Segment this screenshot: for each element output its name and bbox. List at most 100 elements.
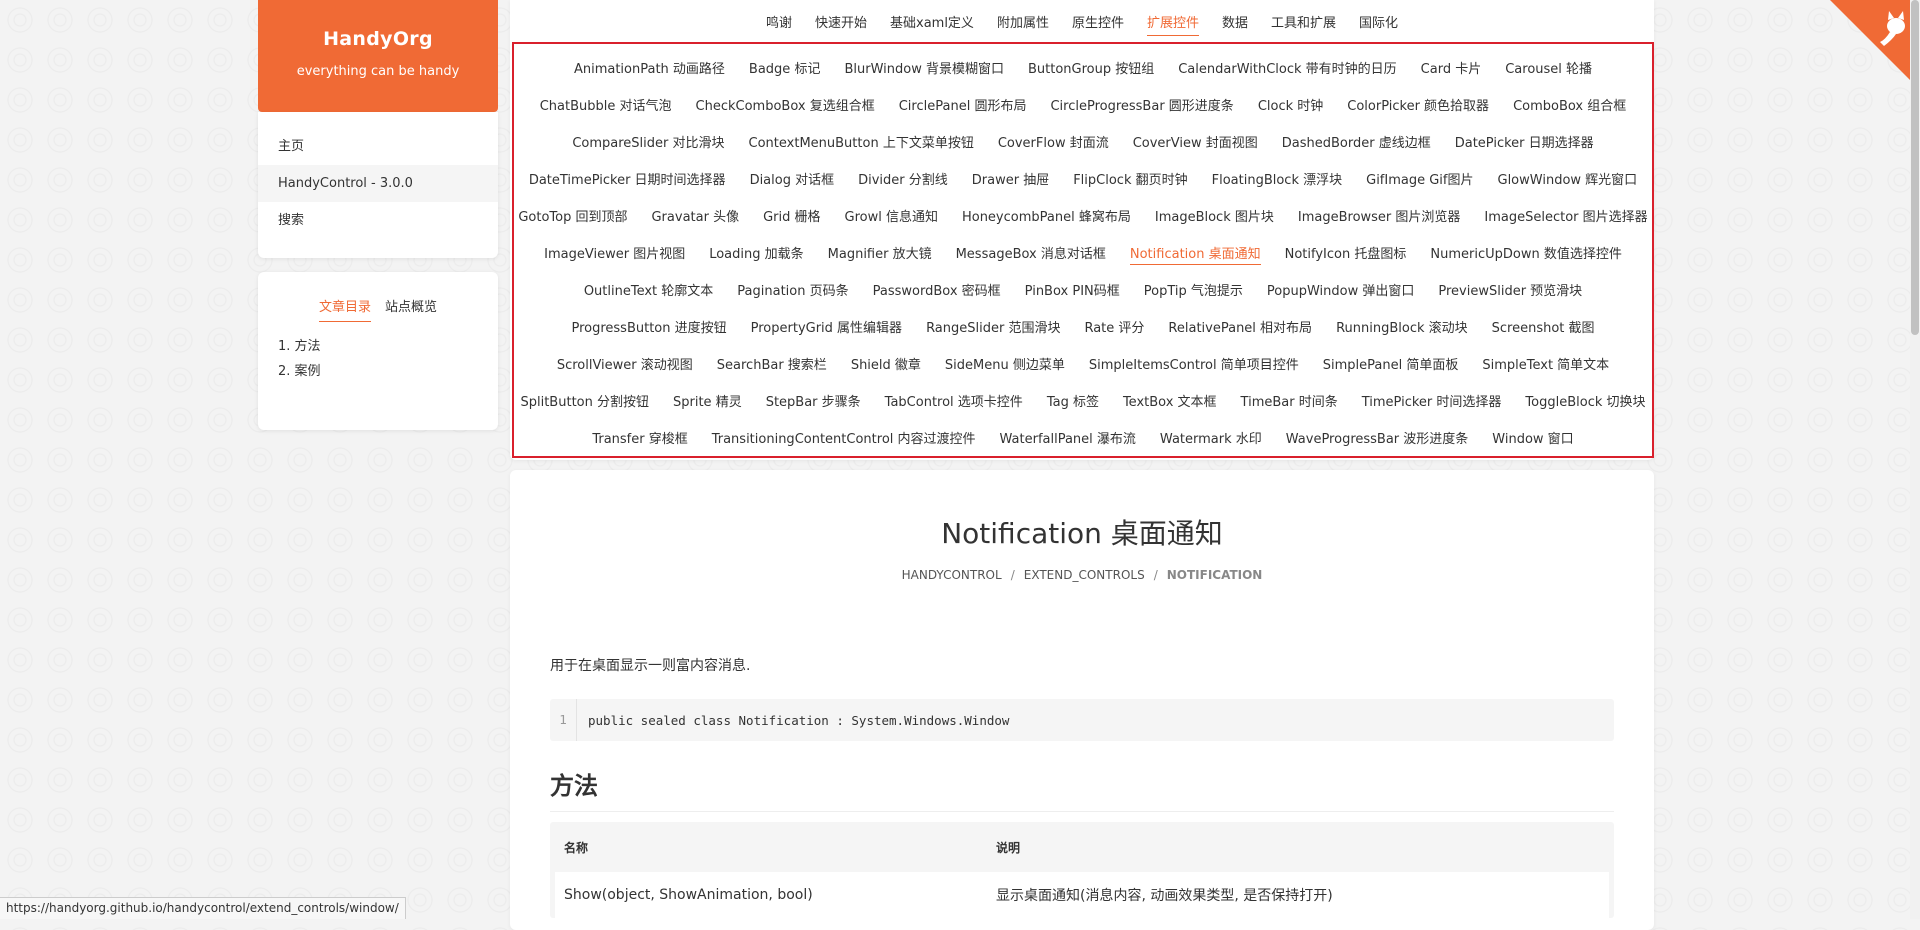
control-link-previewslider[interactable]: PreviewSlider 预览滑块: [1438, 280, 1582, 301]
breadcrumb-item[interactable]: HANDYCONTROL: [902, 568, 1002, 582]
control-link-card[interactable]: Card 卡片: [1421, 58, 1482, 79]
control-link-datepicker[interactable]: DatePicker 日期选择器: [1455, 132, 1594, 153]
breadcrumb-item[interactable]: EXTEND_CONTROLS: [1024, 568, 1145, 582]
control-link-simpletext[interactable]: SimpleText 简单文本: [1482, 354, 1609, 375]
control-link-screenshot[interactable]: Screenshot 截图: [1492, 317, 1595, 338]
top-nav-item[interactable]: 国际化: [1359, 12, 1398, 36]
control-link-compareslider[interactable]: CompareSlider 对比滑块: [572, 132, 724, 153]
control-link-simplepanel[interactable]: SimplePanel 简单面板: [1323, 354, 1459, 375]
control-link-searchbar[interactable]: SearchBar 搜索栏: [717, 354, 827, 375]
tab-site-overview[interactable]: 站点概览: [385, 296, 437, 322]
control-link-chatbubble[interactable]: ChatBubble 对话气泡: [540, 95, 672, 116]
control-link-growl[interactable]: Growl 信息通知: [845, 206, 938, 227]
top-nav-item[interactable]: 快速开始: [815, 12, 867, 36]
control-link-checkcombobox[interactable]: CheckComboBox 复选组合框: [696, 95, 875, 116]
control-link-waterfallpanel[interactable]: WaterfallPanel 瀑布流: [1000, 428, 1136, 449]
control-link-animationpath[interactable]: AnimationPath 动画路径: [574, 58, 725, 79]
control-link-window[interactable]: Window 窗口: [1492, 428, 1573, 449]
control-link-magnifier[interactable]: Magnifier 放大镜: [828, 243, 932, 264]
control-link-contextmenubutton[interactable]: ContextMenuButton 上下文菜单按钮: [749, 132, 974, 153]
control-link-rangeslider[interactable]: RangeSlider 范围滑块: [926, 317, 1060, 338]
toc-item-examples[interactable]: 2. 案例: [278, 359, 498, 384]
control-link-combobox[interactable]: ComboBox 组合框: [1513, 95, 1626, 116]
control-link-messagebox[interactable]: MessageBox 消息对话框: [956, 243, 1106, 264]
control-link-divider[interactable]: Divider 分割线: [858, 169, 948, 190]
control-link-textbox[interactable]: TextBox 文本框: [1123, 391, 1217, 412]
control-link-transfer[interactable]: Transfer 穿梭框: [592, 428, 687, 449]
control-link-toggleblock[interactable]: ToggleBlock 切换块: [1525, 391, 1645, 412]
control-link-buttongroup[interactable]: ButtonGroup 按钮组: [1028, 58, 1154, 79]
control-link-tabcontrol[interactable]: TabControl 选项卡控件: [885, 391, 1023, 412]
control-link-drawer[interactable]: Drawer 抽屉: [972, 169, 1049, 190]
control-link-waveprogressbar[interactable]: WaveProgressBar 波形进度条: [1286, 428, 1469, 449]
control-link-shield[interactable]: Shield 徽章: [851, 354, 921, 375]
control-link-circleprogressbar[interactable]: CircleProgressBar 圆形进度条: [1050, 95, 1233, 116]
control-link-carousel[interactable]: Carousel 轮播: [1505, 58, 1592, 79]
control-link-poptip[interactable]: PopTip 气泡提示: [1144, 280, 1243, 301]
control-link-badge[interactable]: Badge 标记: [749, 58, 821, 79]
control-link-coverflow[interactable]: CoverFlow 封面流: [998, 132, 1109, 153]
control-link-simpleitemscontrol[interactable]: SimpleItemsControl 简单项目控件: [1089, 354, 1299, 375]
control-link-loading[interactable]: Loading 加载条: [709, 243, 803, 264]
control-link-gototop[interactable]: GotoTop 回到顶部: [518, 206, 627, 227]
tab-article-toc[interactable]: 文章目录: [318, 296, 371, 322]
control-link-passwordbox[interactable]: PasswordBox 密码框: [873, 280, 1001, 301]
control-link-coverview[interactable]: CoverView 封面视图: [1133, 132, 1258, 153]
control-link-rate[interactable]: Rate 评分: [1084, 317, 1144, 338]
top-nav-item[interactable]: 鸣谢: [766, 12, 792, 36]
control-link-blurwindow[interactable]: BlurWindow 背景模糊窗口: [844, 58, 1004, 79]
github-corner-icon[interactable]: [1830, 0, 1920, 90]
control-link-numericupdown[interactable]: NumericUpDown 数值选择控件: [1430, 243, 1621, 264]
top-nav-item[interactable]: 附加属性: [997, 12, 1049, 36]
control-link-propertygrid[interactable]: PropertyGrid 属性编辑器: [751, 317, 902, 338]
control-link-floatingblock[interactable]: FloatingBlock 漂浮块: [1212, 169, 1343, 190]
control-link-splitbutton[interactable]: SplitButton 分割按钮: [520, 391, 649, 412]
control-link-pagination[interactable]: Pagination 页码条: [737, 280, 848, 301]
control-link-imageblock[interactable]: ImageBlock 图片块: [1155, 206, 1274, 227]
side-item-home[interactable]: 主页: [258, 128, 498, 165]
page-scrollbar[interactable]: [1910, 0, 1920, 919]
control-link-pinbox[interactable]: PinBox PIN码框: [1025, 280, 1120, 301]
scrollbar-thumb[interactable]: [1911, 0, 1919, 335]
control-link-notifyicon[interactable]: NotifyIcon 托盘图标: [1285, 243, 1407, 264]
control-link-flipclock[interactable]: FlipClock 翻页时钟: [1073, 169, 1187, 190]
control-link-imageselector[interactable]: ImageSelector 图片选择器: [1484, 206, 1647, 227]
control-link-relativepanel[interactable]: RelativePanel 相对布局: [1168, 317, 1312, 338]
control-link-gravatar[interactable]: Gravatar 头像: [651, 206, 739, 227]
side-item-handycontrol[interactable]: HandyControl - 3.0.0: [258, 165, 498, 202]
control-link-watermark[interactable]: Watermark 水印: [1160, 428, 1262, 449]
control-link-clock[interactable]: Clock 时钟: [1258, 95, 1323, 116]
control-link-circlepanel[interactable]: CirclePanel 圆形布局: [899, 95, 1027, 116]
control-link-runningblock[interactable]: RunningBlock 滚动块: [1336, 317, 1468, 338]
site-title[interactable]: HandyOrg: [258, 28, 498, 50]
control-link-glowwindow[interactable]: GlowWindow 辉光窗口: [1498, 169, 1638, 190]
control-link-dialog[interactable]: Dialog 对话框: [750, 169, 835, 190]
control-link-popupwindow[interactable]: PopupWindow 弹出窗口: [1267, 280, 1414, 301]
control-link-timebar[interactable]: TimeBar 时间条: [1241, 391, 1338, 412]
control-link-transitioningcontentcontrol[interactable]: TransitioningContentControl 内容过渡控件: [712, 428, 976, 449]
control-link-outlinetext[interactable]: OutlineText 轮廓文本: [584, 280, 713, 301]
control-link-datetimepicker[interactable]: DateTimePicker 日期时间选择器: [529, 169, 726, 190]
control-link-imagebrowser[interactable]: ImageBrowser 图片浏览器: [1298, 206, 1461, 227]
control-link-honeycombpanel[interactable]: HoneycombPanel 蜂窝布局: [962, 206, 1131, 227]
control-link-imageviewer[interactable]: ImageViewer 图片视图: [544, 243, 685, 264]
control-link-notification[interactable]: Notification 桌面通知: [1129, 243, 1261, 265]
control-link-tag[interactable]: Tag 标签: [1047, 391, 1099, 412]
control-link-sidemenu[interactable]: SideMenu 侧边菜单: [945, 354, 1065, 375]
control-link-grid[interactable]: Grid 栅格: [763, 206, 820, 227]
top-nav-item[interactable]: 基础xaml定义: [890, 12, 974, 36]
control-link-scrollviewer[interactable]: ScrollViewer 滚动视图: [557, 354, 693, 375]
toc-item-methods[interactable]: 1. 方法: [278, 334, 498, 359]
control-link-timepicker[interactable]: TimePicker 时间选择器: [1362, 391, 1502, 412]
control-link-stepbar[interactable]: StepBar 步骤条: [766, 391, 861, 412]
control-link-gifimage[interactable]: GifImage Gif图片: [1366, 169, 1473, 190]
top-nav-item[interactable]: 原生控件: [1072, 12, 1124, 36]
control-link-calendarwithclock[interactable]: CalendarWithClock 带有时钟的日历: [1178, 58, 1396, 79]
control-link-dashedborder[interactable]: DashedBorder 虚线边框: [1282, 132, 1431, 153]
top-nav-item[interactable]: 扩展控件: [1146, 12, 1199, 36]
control-link-colorpicker[interactable]: ColorPicker 颜色拾取器: [1347, 95, 1489, 116]
top-nav-item[interactable]: 工具和扩展: [1271, 12, 1336, 36]
top-nav-item[interactable]: 数据: [1222, 12, 1248, 36]
control-link-progressbutton[interactable]: ProgressButton 进度按钮: [571, 317, 726, 338]
control-link-sprite[interactable]: Sprite 精灵: [673, 391, 742, 412]
